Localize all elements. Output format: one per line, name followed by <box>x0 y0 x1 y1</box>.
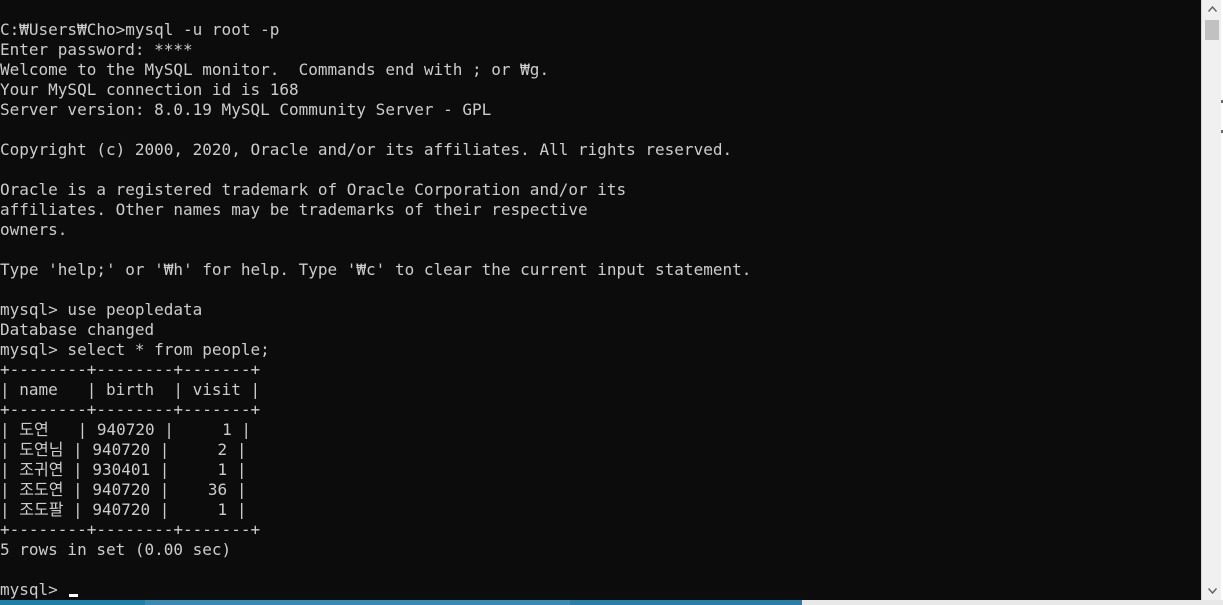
terminal-line: 5 rows in set (0.00 sec) <box>0 540 232 559</box>
terminal-line: owners. <box>0 220 68 239</box>
terminal-line: C:₩Users₩Cho>mysql -u root -p <box>0 20 280 39</box>
taskbar-segment <box>570 600 802 605</box>
terminal-line: Enter password: **** <box>0 40 193 59</box>
terminal-line: | 조도연 | 940720 | 36 | <box>0 480 247 499</box>
terminal-line: Copyright (c) 2000, 2020, Oracle and/or … <box>0 140 733 159</box>
terminal-line: | 조귀연 | 930401 | 1 | <box>0 460 247 479</box>
scroll-up-button[interactable] <box>1202 0 1223 18</box>
terminal-line: Database changed <box>0 320 155 339</box>
taskbar-segment <box>145 600 570 605</box>
taskbar-strip <box>0 600 1223 605</box>
terminal-line: +--------+--------+-------+ <box>0 400 261 419</box>
terminal-line: Type 'help;' or '₩h' for help. Type '₩c'… <box>0 260 752 279</box>
terminal-line: Oracle is a registered trademark of Orac… <box>0 180 627 199</box>
vertical-scrollbar[interactable] <box>1201 0 1223 600</box>
terminal-line: Server version: 8.0.19 MySQL Community S… <box>0 100 492 119</box>
chevron-down-icon <box>1208 588 1217 594</box>
terminal-line: | 도연 | 940720 | 1 | <box>0 420 251 439</box>
scrollbar-thumb[interactable] <box>1205 20 1219 40</box>
terminal-line: Welcome to the MySQL monitor. Commands e… <box>0 60 550 79</box>
taskbar-segment <box>802 600 1223 605</box>
chevron-up-icon <box>1208 6 1217 12</box>
terminal-output: C:₩Users₩Cho>mysql -u root -p Enter passw… <box>0 20 751 600</box>
prompt-line[interactable]: mysql> <box>0 580 751 600</box>
prompt-text: mysql> <box>0 580 68 599</box>
console-window[interactable]: C:₩Users₩Cho>mysql -u root -p Enter passw… <box>0 0 1201 600</box>
terminal-line: mysql> use peopledata <box>0 300 203 319</box>
taskbar-segment <box>0 600 145 605</box>
terminal-line: affiliates. Other names may be trademark… <box>0 200 588 219</box>
terminal-line: +--------+--------+-------+ <box>0 360 261 379</box>
terminal-line: +--------+--------+-------+ <box>0 520 261 539</box>
terminal-line: | name | birth | visit | <box>0 380 261 399</box>
scroll-down-button[interactable] <box>1202 582 1223 600</box>
text-cursor <box>69 594 79 597</box>
terminal-line: Your MySQL connection id is 168 <box>0 80 299 99</box>
terminal-line: mysql> select * from people; <box>0 340 270 359</box>
terminal-line: | 도연님 | 940720 | 2 | <box>0 440 247 459</box>
terminal-line: | 조도팔 | 940720 | 1 | <box>0 500 247 519</box>
